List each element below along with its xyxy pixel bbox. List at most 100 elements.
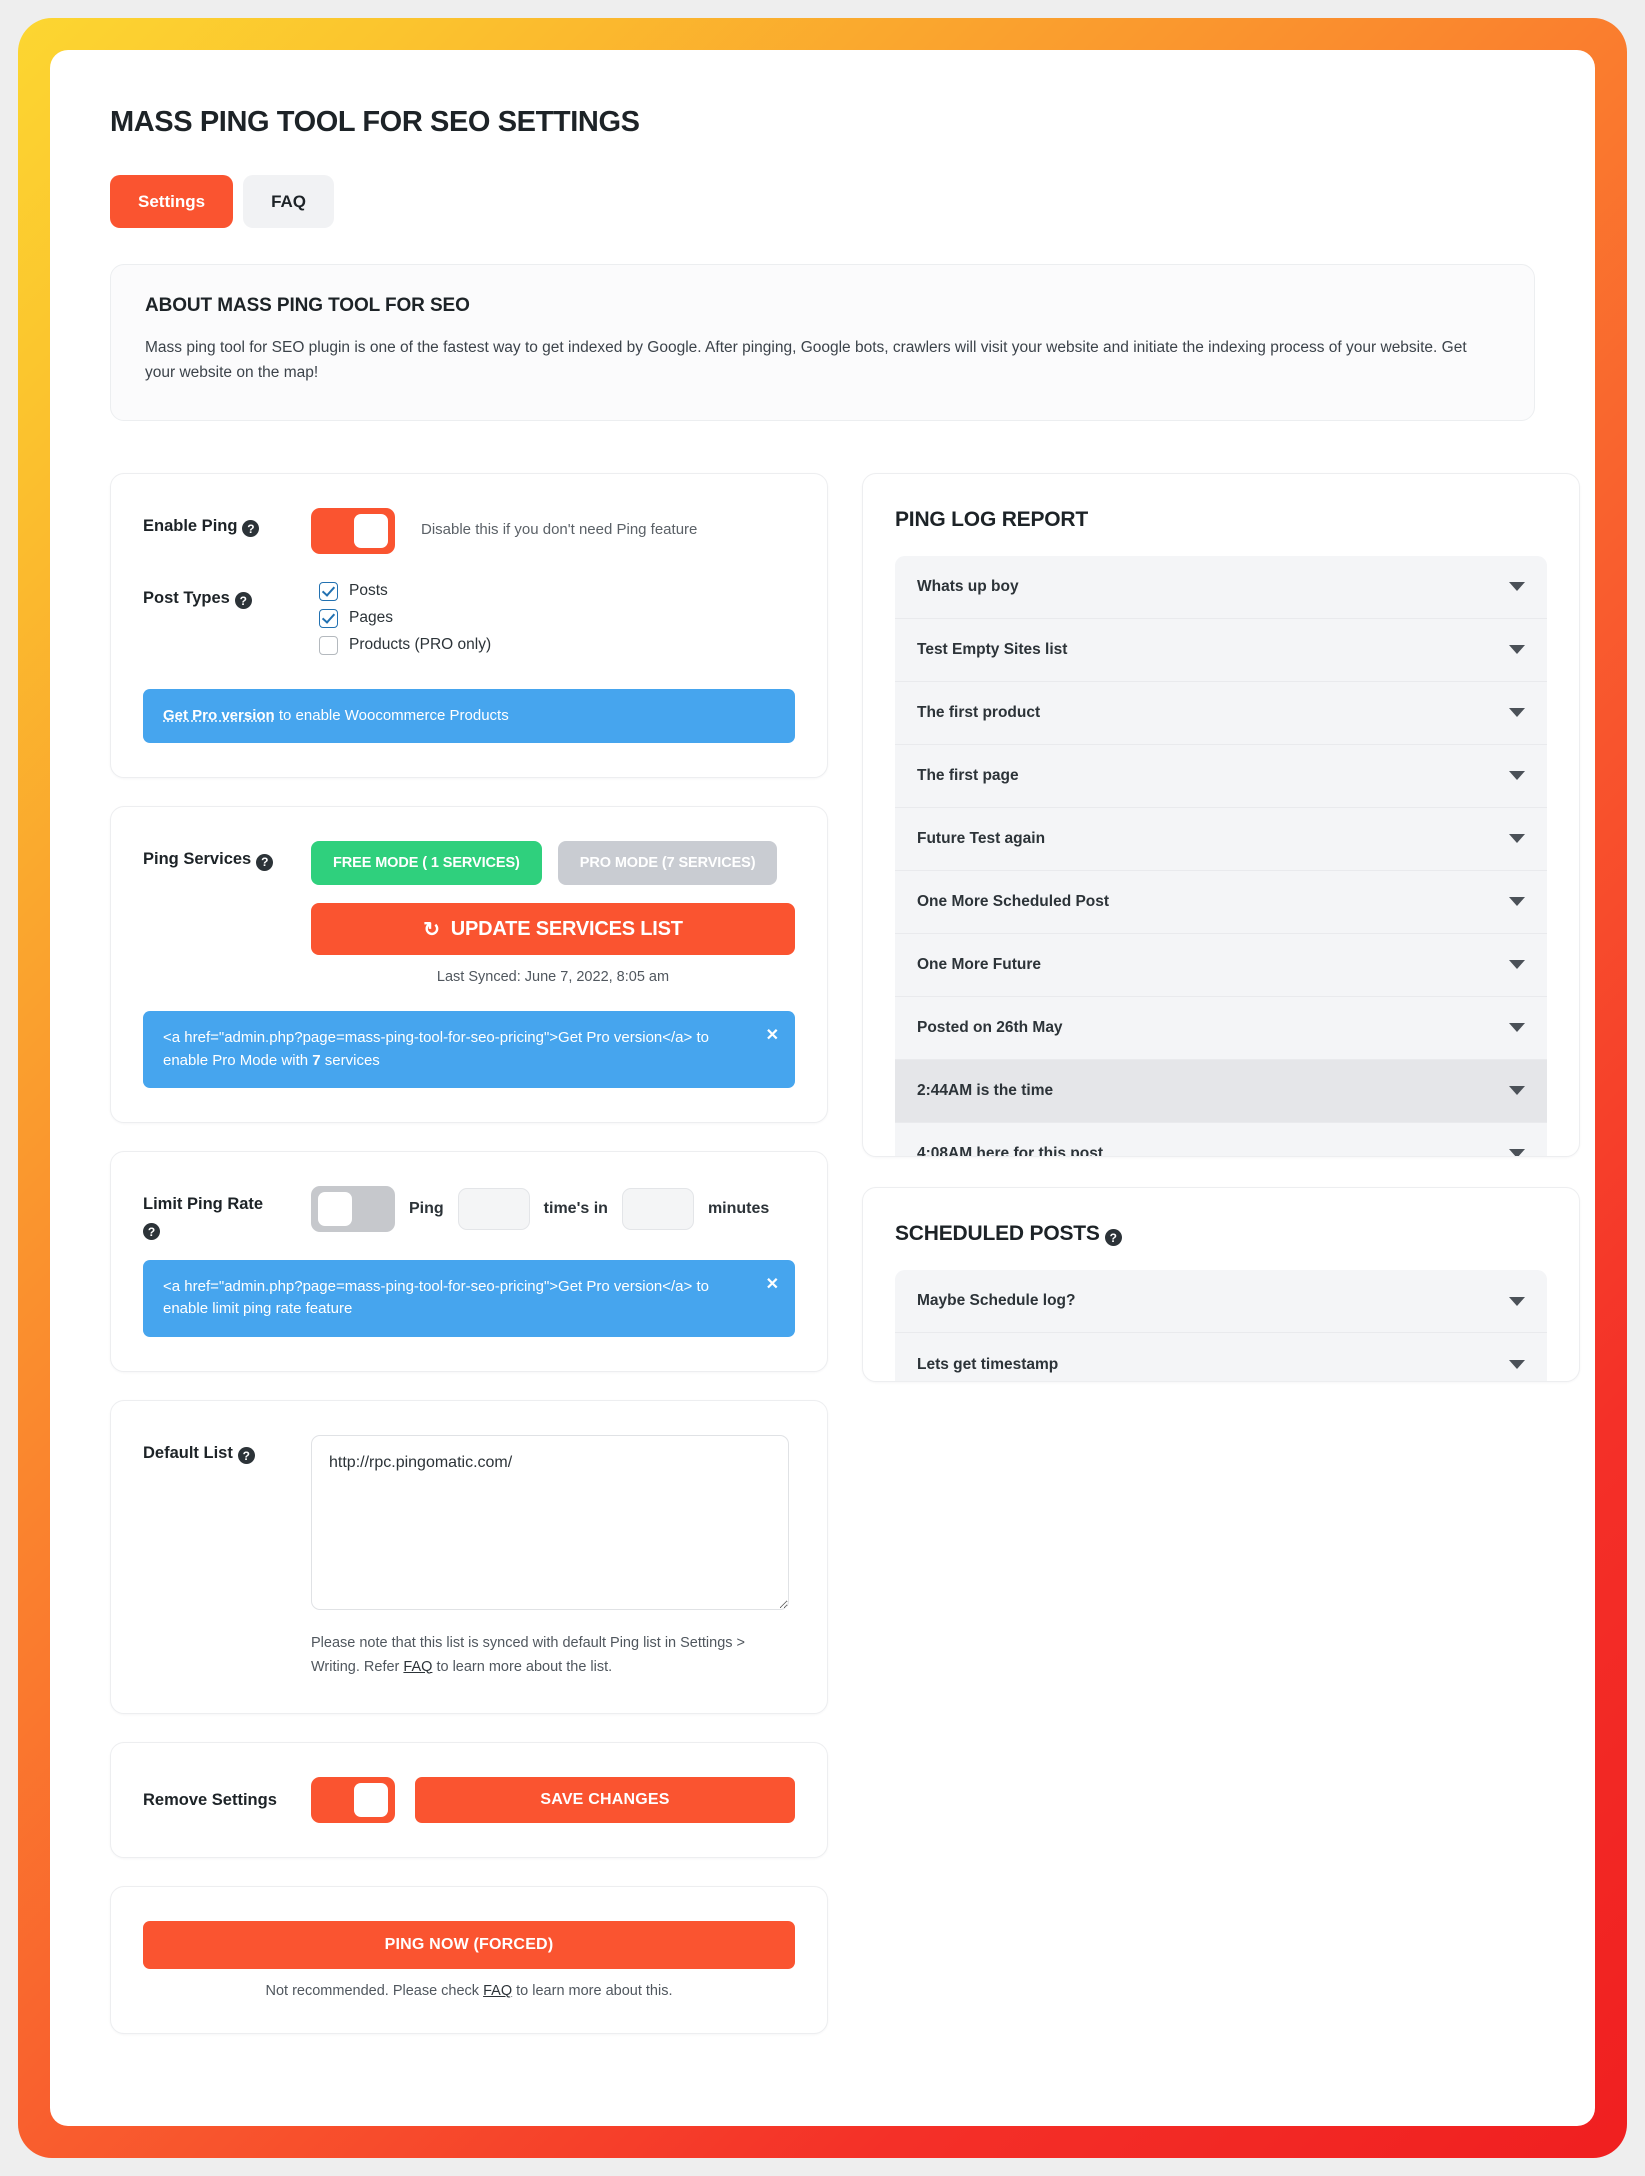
list-item[interactable]: The first product: [895, 681, 1547, 745]
ping-now-note-part1: Not recommended. Please check: [265, 1983, 484, 2000]
remove-settings-toggle[interactable]: [311, 1777, 395, 1824]
chevron-down-icon[interactable]: [1509, 1360, 1525, 1370]
limit-ping-rate-toggle[interactable]: [311, 1186, 395, 1233]
close-icon[interactable]: ✕: [766, 1274, 779, 1294]
ping-log-report-title: PING LOG REPORT: [895, 507, 1089, 531]
pro-mode-upsell-notice: ✕ <a href="admin.php?page=mass-ping-tool…: [143, 1011, 795, 1089]
about-card: ABOUT MASS PING TOOL FOR SEO Mass ping t…: [110, 264, 1535, 421]
help-icon[interactable]: ?: [242, 520, 260, 538]
get-pro-version-link[interactable]: Get Pro version: [163, 707, 275, 724]
pro-mode-button[interactable]: PRO MODE (7 SERVICES): [557, 841, 778, 886]
main-columns: Enable Ping? Disable this if you don't n…: [110, 472, 1580, 2063]
chevron-down-icon[interactable]: [1509, 582, 1525, 592]
list-item-label: Whats up boy: [917, 577, 1019, 595]
enable-ping-panel: Enable Ping? Disable this if you don't n…: [110, 472, 828, 779]
post-types-checkboxes: Posts Pages Products (PRO only): [319, 580, 491, 663]
list-item-label: The first product: [917, 703, 1041, 721]
help-icon[interactable]: ?: [234, 592, 252, 610]
chevron-down-icon[interactable]: [1509, 960, 1525, 970]
enable-ping-row: Enable Ping? Disable this if you don't n…: [143, 507, 795, 554]
default-list-note: Please note that this list is synced wit…: [311, 1632, 751, 1680]
limit-rate-upsell-text: <a href="admin.php?page=mass-ping-tool-f…: [163, 1277, 709, 1318]
ping-minutes-input[interactable]: [621, 1188, 694, 1231]
toggle-knob: [318, 1192, 352, 1227]
checkbox-row[interactable]: Products (PRO only): [319, 635, 492, 655]
list-item[interactable]: Whats up boy: [895, 555, 1547, 619]
list-item[interactable]: One More Scheduled Post: [895, 870, 1547, 934]
chevron-down-icon[interactable]: [1509, 1149, 1525, 1156]
ping-services-label-text: Ping Services: [143, 850, 252, 869]
faq-link[interactable]: FAQ: [403, 1659, 432, 1675]
list-item[interactable]: One More Future: [895, 933, 1547, 997]
ping-log-report-panel: PING LOG REPORT Whats up boy Test Empty …: [862, 472, 1580, 1157]
ping-services-controls: FREE MODE ( 1 SERVICES) PRO MODE (7 SERV…: [311, 841, 795, 985]
chevron-down-icon[interactable]: [1509, 897, 1525, 907]
tab-settings[interactable]: Settings: [110, 175, 234, 228]
list-item[interactable]: Lets get timestamp: [895, 1333, 1547, 1381]
page-title: MASS PING TOOL FOR SEO SETTINGS: [110, 106, 640, 138]
checkbox-products-label: Products (PRO only): [349, 636, 492, 654]
list-item-label: Test Empty Sites list: [917, 640, 1068, 658]
tab-faq[interactable]: FAQ: [243, 175, 335, 228]
list-item[interactable]: Posted on 26th May: [895, 996, 1547, 1060]
list-item[interactable]: Test Empty Sites list: [895, 618, 1547, 682]
list-item[interactable]: The first page: [895, 744, 1547, 808]
checkbox-products[interactable]: [319, 635, 338, 655]
help-icon[interactable]: ?: [143, 1223, 160, 1241]
remove-settings-label: Remove Settings: [143, 1791, 277, 1810]
ping-services-panel: Ping Services? FREE MODE ( 1 SERVICES) P…: [110, 806, 828, 1124]
chevron-down-icon[interactable]: [1509, 645, 1525, 655]
list-item-label: One More Future: [917, 955, 1042, 973]
enable-ping-label-text: Enable Ping: [143, 516, 238, 535]
checkbox-pages[interactable]: [319, 608, 338, 628]
woocommerce-upsell-text: to enable Woocommerce Products: [274, 706, 509, 724]
notice-service-count: 7: [312, 1051, 321, 1069]
list-item[interactable]: 2:44AM is the time: [895, 1059, 1547, 1123]
update-services-list-button[interactable]: ↻ UPDATE SERVICES LIST: [311, 903, 795, 956]
ping-suffix-label: minutes: [707, 1200, 770, 1218]
tab-bar: Settings FAQ: [110, 175, 1559, 228]
save-changes-button[interactable]: SAVE CHANGES: [415, 1777, 795, 1824]
scheduled-posts-accordion: Maybe Schedule log? Lets get timestamp: [895, 1270, 1547, 1381]
ping-prefix-label: Ping: [409, 1200, 444, 1218]
help-icon[interactable]: ?: [1104, 1229, 1122, 1247]
scheduled-posts-panel: SCHEDULED POSTS? Maybe Schedule log? Let…: [862, 1186, 1580, 1382]
mode-buttons: FREE MODE ( 1 SERVICES) PRO MODE (7 SERV…: [311, 841, 795, 886]
default-list-textarea[interactable]: http://rpc.pingomatic.com/: [311, 1434, 789, 1610]
list-item[interactable]: Future Test again: [895, 807, 1547, 871]
chevron-down-icon[interactable]: [1509, 708, 1525, 718]
ping-now-button[interactable]: PING NOW (FORCED): [143, 1921, 795, 1970]
post-types-label-text: Post Types: [143, 588, 230, 607]
default-list-panel: Default List? http://rpc.pingomatic.com/…: [110, 1399, 828, 1715]
chevron-down-icon[interactable]: [1509, 1023, 1525, 1033]
checkbox-row[interactable]: Pages: [319, 608, 491, 628]
free-mode-button[interactable]: FREE MODE ( 1 SERVICES): [311, 841, 542, 886]
list-item[interactable]: Maybe Schedule log?: [895, 1270, 1547, 1334]
checkbox-posts[interactable]: [319, 581, 338, 601]
ping-log-accordion: Whats up boy Test Empty Sites list The f…: [895, 555, 1547, 1157]
list-item-label: Posted on 26th May: [917, 1018, 1063, 1036]
limit-ping-rate-panel: Limit Ping Rate? Ping time's in minutes: [110, 1151, 828, 1372]
about-text: Mass ping tool for SEO plugin is one of …: [145, 339, 1467, 381]
list-item-label: Lets get timestamp: [917, 1355, 1059, 1373]
chevron-down-icon[interactable]: [1509, 771, 1525, 781]
chevron-down-icon[interactable]: [1509, 1086, 1525, 1096]
toggle-knob: [354, 1783, 388, 1818]
ping-times-input[interactable]: [457, 1188, 530, 1231]
limit-ping-rate-controls: Ping time's in minutes: [311, 1186, 770, 1233]
gradient-border-frame: MASS PING TOOL FOR SEO SETTINGS Settings…: [18, 18, 1627, 2158]
page-card: MASS PING TOOL FOR SEO SETTINGS Settings…: [50, 50, 1595, 2126]
faq-link[interactable]: FAQ: [483, 1983, 512, 1999]
list-item-label: 4:08AM here for this post: [917, 1144, 1104, 1157]
close-icon[interactable]: ✕: [766, 1025, 779, 1045]
enable-ping-toggle[interactable]: [311, 507, 395, 554]
help-icon[interactable]: ?: [256, 853, 274, 871]
limit-rate-upsell-notice: ✕ <a href="admin.php?page=mass-ping-tool…: [143, 1259, 795, 1337]
checkbox-row[interactable]: Posts: [319, 581, 491, 601]
help-icon[interactable]: ?: [237, 1447, 255, 1465]
settings-column: Enable Ping? Disable this if you don't n…: [110, 472, 828, 2063]
chevron-down-icon[interactable]: [1509, 834, 1525, 844]
chevron-down-icon[interactable]: [1509, 1296, 1525, 1306]
ping-services-row: Ping Services? FREE MODE ( 1 SERVICES) P…: [143, 841, 795, 985]
list-item[interactable]: 4:08AM here for this post: [895, 1122, 1547, 1157]
